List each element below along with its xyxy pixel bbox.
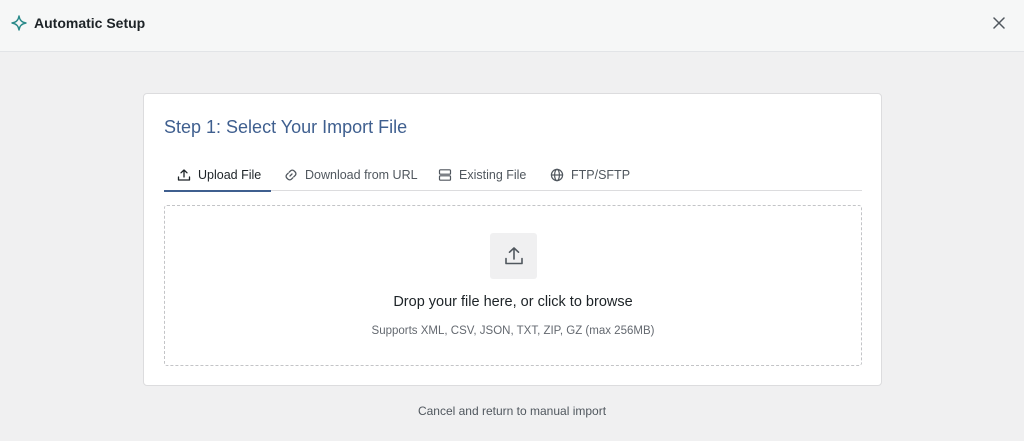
- globe-icon: [550, 168, 564, 182]
- step-title: Step 1: Select Your Import File: [164, 117, 408, 137]
- modal-title: Automatic Setup: [34, 15, 146, 31]
- tab-existing-file[interactable]: Existing File: [438, 158, 526, 191]
- tab-ftp-sftp[interactable]: FTP/SFTP: [550, 158, 630, 191]
- tab-upload-file[interactable]: Upload File: [164, 158, 271, 192]
- close-icon[interactable]: [990, 14, 1008, 32]
- upload-icon: [177, 168, 191, 182]
- sparkle-icon: [11, 15, 27, 31]
- server-icon: [438, 168, 452, 182]
- tab-label: Existing File: [459, 167, 527, 182]
- dropzone-subtitle: Supports XML, CSV, JSON, TXT, ZIP, GZ (m…: [371, 325, 655, 337]
- import-method-tabs: Upload File Download from URL Existing F…: [164, 158, 862, 192]
- tab-label: FTP/SFTP: [571, 167, 631, 182]
- tab-download-from-url[interactable]: Download from URL: [284, 158, 418, 191]
- dropzone-title: Drop your file here, or click to browse: [393, 294, 633, 310]
- tab-label: Upload File: [198, 167, 262, 182]
- upload-icon: [490, 233, 537, 279]
- tab-label: Download from URL: [305, 167, 418, 182]
- cancel-link[interactable]: Cancel and return to manual import: [0, 403, 1024, 419]
- modal-header: Automatic Setup: [0, 0, 1024, 52]
- import-card: Step 1: Select Your Import File Upload F…: [143, 93, 882, 386]
- file-dropzone[interactable]: Drop your file here, or click to browse …: [164, 205, 862, 366]
- link-icon: [284, 168, 298, 182]
